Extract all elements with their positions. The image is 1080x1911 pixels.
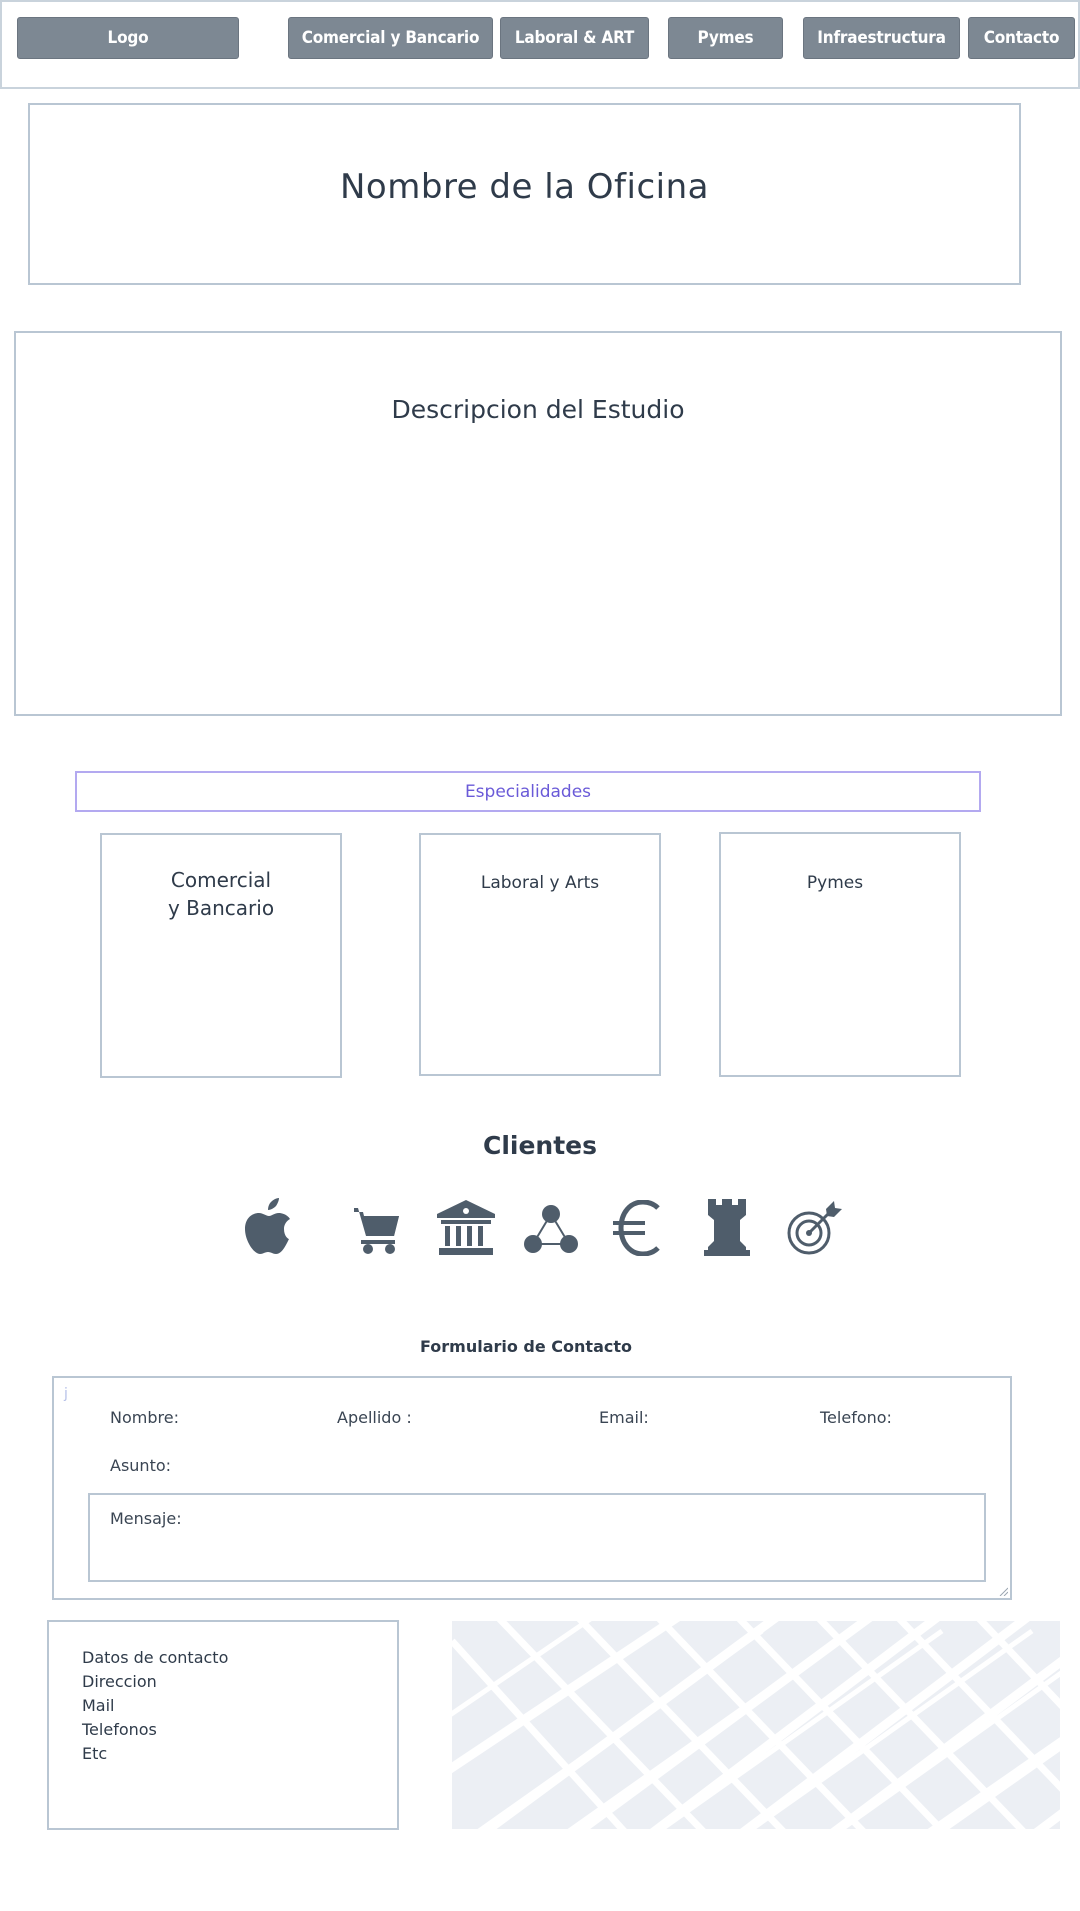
contact-info-address: Direccion (82, 1672, 157, 1691)
contact-info-panel: Datos de contacto Direccion Mail Telefon… (47, 1620, 399, 1830)
nombre-field[interactable]: Nombre: (110, 1408, 179, 1427)
nav-laboral-art[interactable]: Laboral & ART (500, 17, 649, 59)
description-panel: Descripcion del Estudio (14, 331, 1062, 716)
contact-info-etc: Etc (82, 1744, 108, 1763)
shopping-cart-icon (350, 1206, 400, 1254)
map-placeholder[interactable] (452, 1621, 1060, 1829)
nav-infraestructura[interactable]: Infraestructura (803, 17, 960, 59)
euro-icon (612, 1200, 662, 1256)
mensaje-label: Mensaje: (110, 1509, 182, 1528)
description-title: Descripcion del Estudio (391, 395, 685, 424)
nav-contacto[interactable]: Contacto (968, 17, 1075, 59)
contact-info-mail: Mail (82, 1696, 115, 1715)
chess-rook-icon (704, 1199, 750, 1256)
nav-comercial-bancario[interactable]: Comercial y Bancario (288, 17, 493, 59)
email-field[interactable]: Email: (599, 1408, 649, 1427)
asunto-field[interactable]: Asunto: (110, 1456, 171, 1475)
resize-handle-icon[interactable] (998, 1586, 1008, 1596)
apellido-field[interactable]: Apellido : (337, 1408, 412, 1427)
specialty-card-pymes[interactable]: Pymes (719, 832, 961, 1077)
top-navbar: Logo Comercial y Bancario Laboral & ART … (0, 0, 1080, 89)
nav-pymes[interactable]: Pymes (668, 17, 783, 59)
specialty-card-title: Pymes (806, 873, 864, 893)
office-name-title: Nombre de la Oficina (340, 167, 709, 207)
clients-title: Clientes (482, 1131, 598, 1160)
map-streets (452, 1621, 1060, 1829)
specialty-card-title: Comercial (170, 868, 272, 892)
telefono-field[interactable]: Telefono: (820, 1408, 892, 1427)
mensaje-textarea[interactable]: Mensaje: (88, 1493, 986, 1582)
apple-icon (243, 1198, 293, 1256)
contact-form-title: Formulario de Contacto (419, 1337, 632, 1356)
specialties-header[interactable]: Especialidades (75, 771, 981, 812)
bank-icon (437, 1200, 495, 1256)
contact-info-phones: Telefonos (82, 1720, 157, 1739)
target-icon (786, 1201, 842, 1256)
specialty-card-laboral[interactable]: Laboral y Arts (419, 833, 661, 1076)
corner-mark: j (64, 1386, 68, 1402)
specialty-card-subtitle: y Bancario (167, 896, 275, 920)
specialty-card-title: Laboral y Arts (480, 873, 600, 893)
network-icon (523, 1204, 579, 1254)
office-name-panel: Nombre de la Oficina (28, 103, 1021, 285)
logo-button[interactable]: Logo (17, 17, 239, 59)
specialty-card-comercial[interactable]: Comercial y Bancario (100, 833, 342, 1078)
contact-form: j Nombre: Apellido : Email: Telefono: As… (52, 1376, 1012, 1600)
contact-info-heading: Datos de contacto (82, 1648, 229, 1667)
